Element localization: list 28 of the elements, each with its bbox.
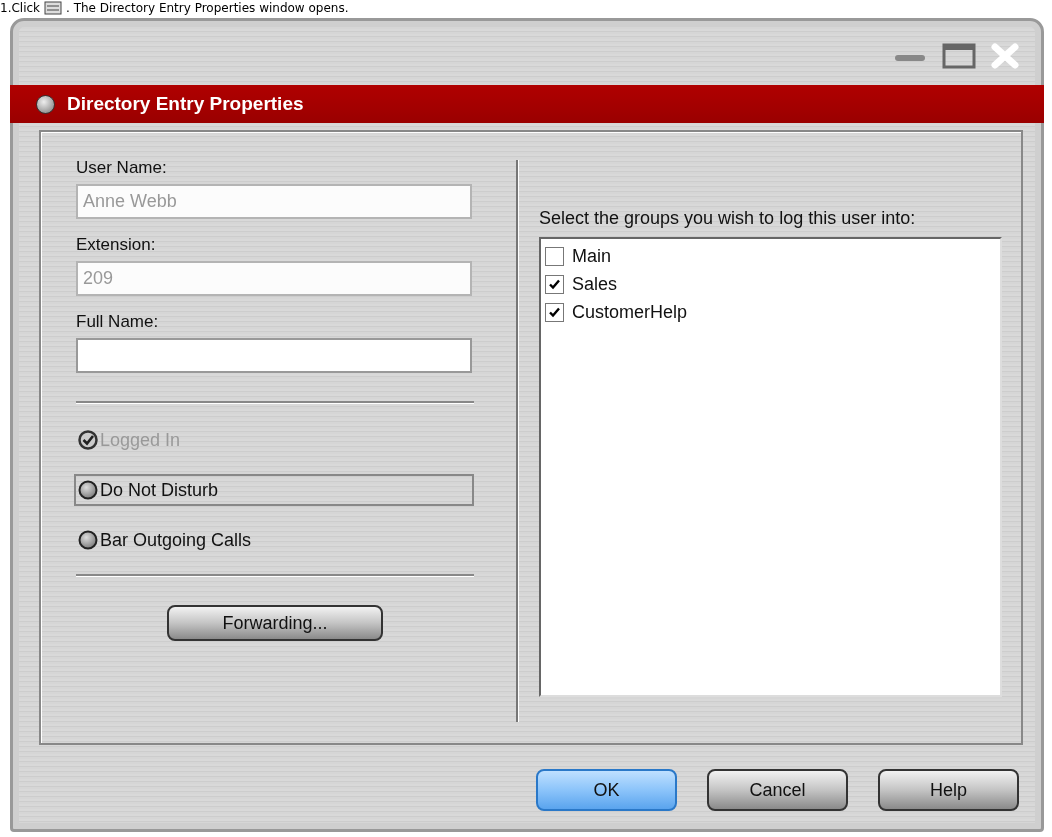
checkbox[interactable]: [545, 246, 564, 266]
window-title: Directory Entry Properties: [67, 93, 304, 115]
title-bullet-icon: [36, 94, 55, 114]
checkmark-icon: [548, 277, 561, 291]
instruction-text: 1.Click: [0, 0, 41, 16]
group-item[interactable]: Main: [545, 242, 996, 270]
field-label: User Name:: [76, 158, 168, 178]
dialog-button[interactable]: Help: [878, 769, 1019, 811]
option-toggle[interactable]: Do Not Disturb: [74, 474, 474, 506]
checked-radio-icon: [78, 430, 98, 450]
forwarding-button[interactable]: Forwarding...: [167, 605, 383, 641]
field-label: Full Name:: [76, 312, 160, 332]
field-label: Extension:: [76, 235, 157, 255]
checkmark-icon: [548, 305, 561, 319]
maximize-icon[interactable]: [941, 42, 977, 70]
dialog-button[interactable]: Cancel: [707, 769, 848, 811]
group-item[interactable]: CustomerHelp: [545, 298, 996, 326]
input-field[interactable]: [76, 338, 472, 373]
checkbox[interactable]: [545, 302, 564, 322]
option-toggle[interactable]: Bar Outgoing Calls: [74, 524, 474, 556]
dialog-button[interactable]: OK: [536, 769, 677, 811]
radio-ball-icon: [78, 530, 98, 550]
groups-prompt: Select the groups you wish to log this user into:: [539, 208, 917, 229]
group-item[interactable]: Sales: [545, 270, 996, 298]
directory-icon: [44, 1, 63, 15]
radio-ball-icon: [78, 480, 98, 500]
checkbox[interactable]: [545, 274, 564, 294]
instruction-text: . The Directory Entry Properties window opens.: [66, 0, 349, 16]
